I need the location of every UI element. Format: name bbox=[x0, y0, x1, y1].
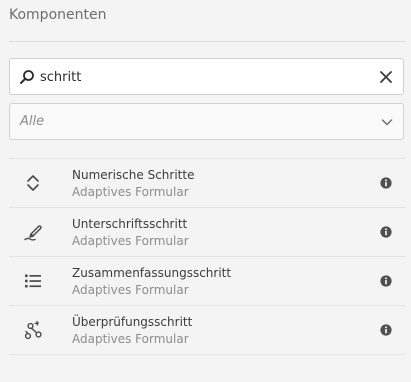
numeric-stepper-icon bbox=[27, 175, 39, 191]
list-item[interactable]: Unterschriftsschritt Adaptives Formular bbox=[9, 207, 405, 256]
chevron-down-icon bbox=[381, 119, 393, 126]
group-filter-select[interactable]: Alle bbox=[9, 103, 404, 140]
component-group: Adaptives Formular bbox=[72, 185, 189, 199]
search-box[interactable] bbox=[9, 58, 404, 95]
list-item[interactable]: Numerische Schritte Adaptives Formular bbox=[9, 158, 405, 207]
divider bbox=[9, 41, 405, 42]
summary-list-icon bbox=[25, 274, 41, 288]
info-icon[interactable] bbox=[380, 275, 392, 287]
panel-title: Komponenten bbox=[9, 7, 107, 23]
component-name: Zusammenfassungsschritt bbox=[72, 266, 232, 280]
signature-icon bbox=[24, 225, 42, 241]
info-icon[interactable] bbox=[380, 226, 392, 238]
component-name: Numerische Schritte bbox=[72, 168, 195, 182]
info-icon[interactable] bbox=[380, 177, 392, 189]
list-item[interactable]: Zusammenfassungsschritt Adaptives Formul… bbox=[9, 256, 405, 305]
group-filter-value: Alle bbox=[20, 114, 45, 129]
search-icon bbox=[20, 70, 34, 84]
component-name: Unterschriftsschritt bbox=[72, 217, 188, 231]
component-group: Adaptives Formular bbox=[72, 234, 189, 248]
component-list: Numerische Schritte Adaptives Formular U… bbox=[9, 158, 405, 355]
verification-icon bbox=[24, 320, 42, 340]
component-group: Adaptives Formular bbox=[72, 332, 189, 346]
search-input[interactable] bbox=[40, 67, 360, 87]
component-group: Adaptives Formular bbox=[72, 283, 189, 297]
info-icon[interactable] bbox=[380, 324, 392, 336]
component-name: Überprüfungsschritt bbox=[72, 315, 193, 329]
list-item[interactable]: Überprüfungsschritt Adaptives Formular bbox=[9, 305, 405, 355]
close-icon[interactable] bbox=[378, 69, 394, 85]
